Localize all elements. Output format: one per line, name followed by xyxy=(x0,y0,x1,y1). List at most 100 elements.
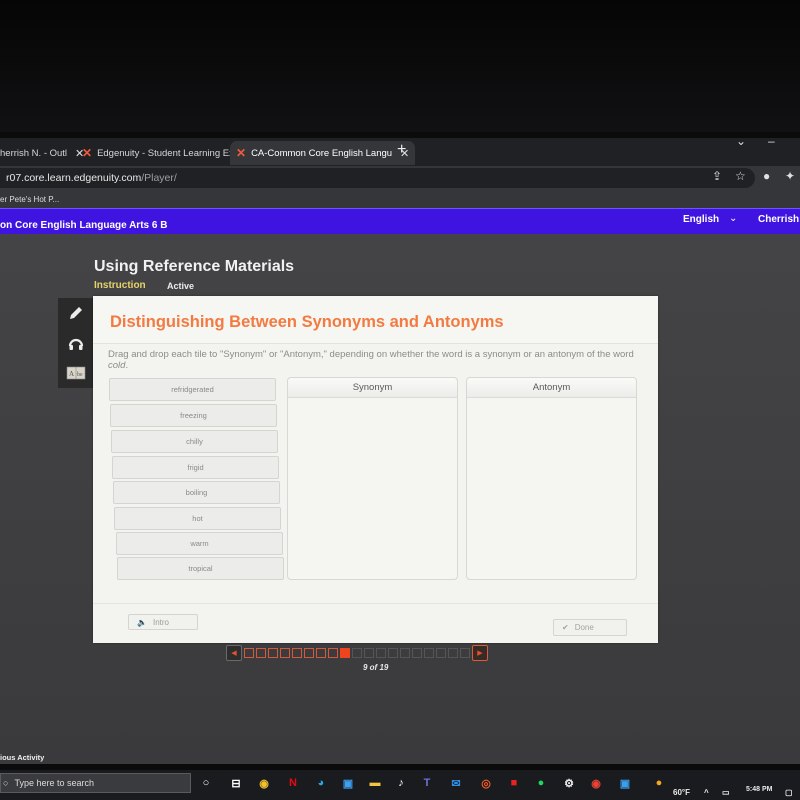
svg-text:be: be xyxy=(77,372,83,378)
page-indicator[interactable] xyxy=(448,648,458,658)
page-indicator-current[interactable] xyxy=(340,648,350,658)
tab-search-icon[interactable]: ⌄ xyxy=(736,134,746,148)
new-tab-button[interactable]: + xyxy=(397,141,406,159)
task-view-icon[interactable]: ⊟ xyxy=(228,775,244,791)
arrow-left-icon: ◀ xyxy=(231,650,237,657)
page-indicator[interactable] xyxy=(304,648,314,658)
chrome-profile-icon[interactable]: ◉ xyxy=(588,775,604,791)
search-icon: ○ xyxy=(3,778,9,788)
search-placeholder: Type here to search xyxy=(14,778,94,788)
word-tile[interactable]: frigid xyxy=(112,456,279,479)
settings-gear-icon[interactable]: ⚙ xyxy=(561,775,577,791)
weather-icon[interactable]: ● xyxy=(651,775,667,791)
tab-instruction[interactable]: Instruction xyxy=(94,280,146,291)
lesson-title: Using Reference Materials xyxy=(94,258,295,275)
svg-text:A: A xyxy=(69,370,74,378)
cortana-icon[interactable]: ○ xyxy=(198,775,214,791)
activity-title: Distinguishing Between Synonyms and Anto… xyxy=(110,313,504,331)
notifications-icon[interactable]: ▢ xyxy=(785,788,793,797)
url-text[interactable]: r07.core.learn.edgenuity.com/Player/ xyxy=(6,172,177,184)
checkmark-icon: ✔ xyxy=(562,623,569,632)
synonym-header: Synonym xyxy=(288,378,457,398)
dictionary-tool-button[interactable]: Abe xyxy=(58,358,93,388)
extensions-icon[interactable]: ✦ xyxy=(785,169,795,183)
page-indicator[interactable] xyxy=(244,648,254,658)
page-indicator[interactable] xyxy=(436,648,446,658)
weather-temp[interactable]: 60°F xyxy=(673,788,690,797)
edgenuity-logo-icon: ✕ xyxy=(82,146,93,160)
intro-label: Intro xyxy=(152,617,169,627)
netflix-icon[interactable]: N xyxy=(285,775,301,791)
page-indicator[interactable] xyxy=(424,648,434,658)
taskbar-search[interactable]: ○ Type here to search xyxy=(0,773,191,793)
page-indicator[interactable] xyxy=(388,648,398,658)
tab-label: Edgenuity - Student Learning Exp xyxy=(97,147,240,159)
user-menu[interactable]: Cherrish J xyxy=(758,214,800,225)
mail-icon[interactable]: ✉ xyxy=(448,775,464,791)
word-tile[interactable]: refridgerated xyxy=(109,378,276,401)
page-indicator[interactable] xyxy=(292,648,302,658)
bookmark-star-icon[interactable]: ☆ xyxy=(735,169,746,183)
bookmarks-bar: er Pete's Hot P... xyxy=(0,192,800,208)
word-tile[interactable]: tropical xyxy=(117,557,284,580)
page-indicator[interactable] xyxy=(280,648,290,658)
file-explorer-icon[interactable]: ▬ xyxy=(367,775,383,791)
monitor-bezel xyxy=(0,0,800,132)
tab-common-core[interactable]: ✕ CA-Common Core English Langu ✕ xyxy=(230,141,416,165)
word-tile[interactable]: boiling xyxy=(113,481,280,504)
chevron-down-icon[interactable]: ⌄ xyxy=(729,213,737,224)
antonym-drop-zone[interactable]: Antonym xyxy=(466,377,637,580)
page-indicator[interactable] xyxy=(412,648,422,658)
tab-active[interactable]: Active xyxy=(167,281,194,291)
page-indicator[interactable] xyxy=(268,648,278,658)
previous-page-button[interactable]: ◀ xyxy=(226,645,242,661)
pencil-tool-button[interactable] xyxy=(58,298,93,328)
page-indicator[interactable] xyxy=(364,648,374,658)
antonym-header: Antonym xyxy=(467,378,636,398)
word-tile[interactable]: chilly xyxy=(111,430,278,453)
bookmark-item[interactable]: er Pete's Hot P... xyxy=(0,195,59,204)
spotify-icon[interactable]: ● xyxy=(533,775,549,791)
synonym-drop-zone[interactable]: Synonym xyxy=(287,377,458,580)
profile-icon[interactable]: ● xyxy=(763,169,770,183)
page-indicator[interactable] xyxy=(256,648,266,658)
chevron-up-icon[interactable]: ^ xyxy=(704,788,709,797)
activity-instructions: Drag and drop each tile to "Synonym" or … xyxy=(108,349,634,371)
roblox-icon[interactable]: ■ xyxy=(506,775,522,791)
page-indicator[interactable] xyxy=(400,648,410,658)
network-icon[interactable]: ▭ xyxy=(722,788,730,797)
next-page-button[interactable]: ▶ xyxy=(472,645,488,661)
done-button[interactable]: ✔ Done xyxy=(553,619,627,636)
photos-icon[interactable]: ▣ xyxy=(617,775,633,791)
edgenuity-logo-icon: ✕ xyxy=(236,146,247,160)
page-indicator[interactable] xyxy=(328,648,338,658)
origin-icon[interactable]: ◎ xyxy=(478,775,494,791)
audio-tool-button[interactable] xyxy=(58,328,93,358)
store-icon[interactable]: ▣ xyxy=(340,775,356,791)
clock[interactable]: 5:48 PM xyxy=(746,786,772,793)
teams-icon[interactable]: T xyxy=(419,775,435,791)
course-title: on Core English Language Arts 6 B xyxy=(0,220,168,231)
page-indicator[interactable] xyxy=(316,648,326,658)
page-indicator[interactable] xyxy=(352,648,362,658)
chrome-icon[interactable]: ◉ xyxy=(256,775,272,791)
edge-icon[interactable]: ◕ xyxy=(313,775,329,791)
page-indicator[interactable] xyxy=(376,648,386,658)
share-icon[interactable]: ⇪ xyxy=(712,169,722,183)
page-indicators xyxy=(244,648,470,658)
tool-rail: Abe xyxy=(58,298,93,388)
word-tile[interactable]: freezing xyxy=(110,404,277,427)
previous-activity-link[interactable]: ious Activity xyxy=(0,753,44,762)
language-select[interactable]: English xyxy=(683,214,719,225)
word-tile[interactable]: hot xyxy=(114,507,281,530)
tab-label: CA-Common Core English Langu xyxy=(251,147,393,159)
word-tile[interactable]: warm xyxy=(116,532,283,555)
pagination: ◀ ▶ xyxy=(226,644,488,662)
intro-button[interactable]: 🔈 Intro xyxy=(128,614,198,630)
minimize-icon[interactable]: – xyxy=(768,134,775,148)
pencil-icon xyxy=(69,307,82,319)
tiktok-icon[interactable]: ♪ xyxy=(393,775,409,791)
done-label: Done xyxy=(574,623,594,632)
dictionary-book-icon: Abe xyxy=(66,366,85,380)
page-indicator[interactable] xyxy=(460,648,470,658)
